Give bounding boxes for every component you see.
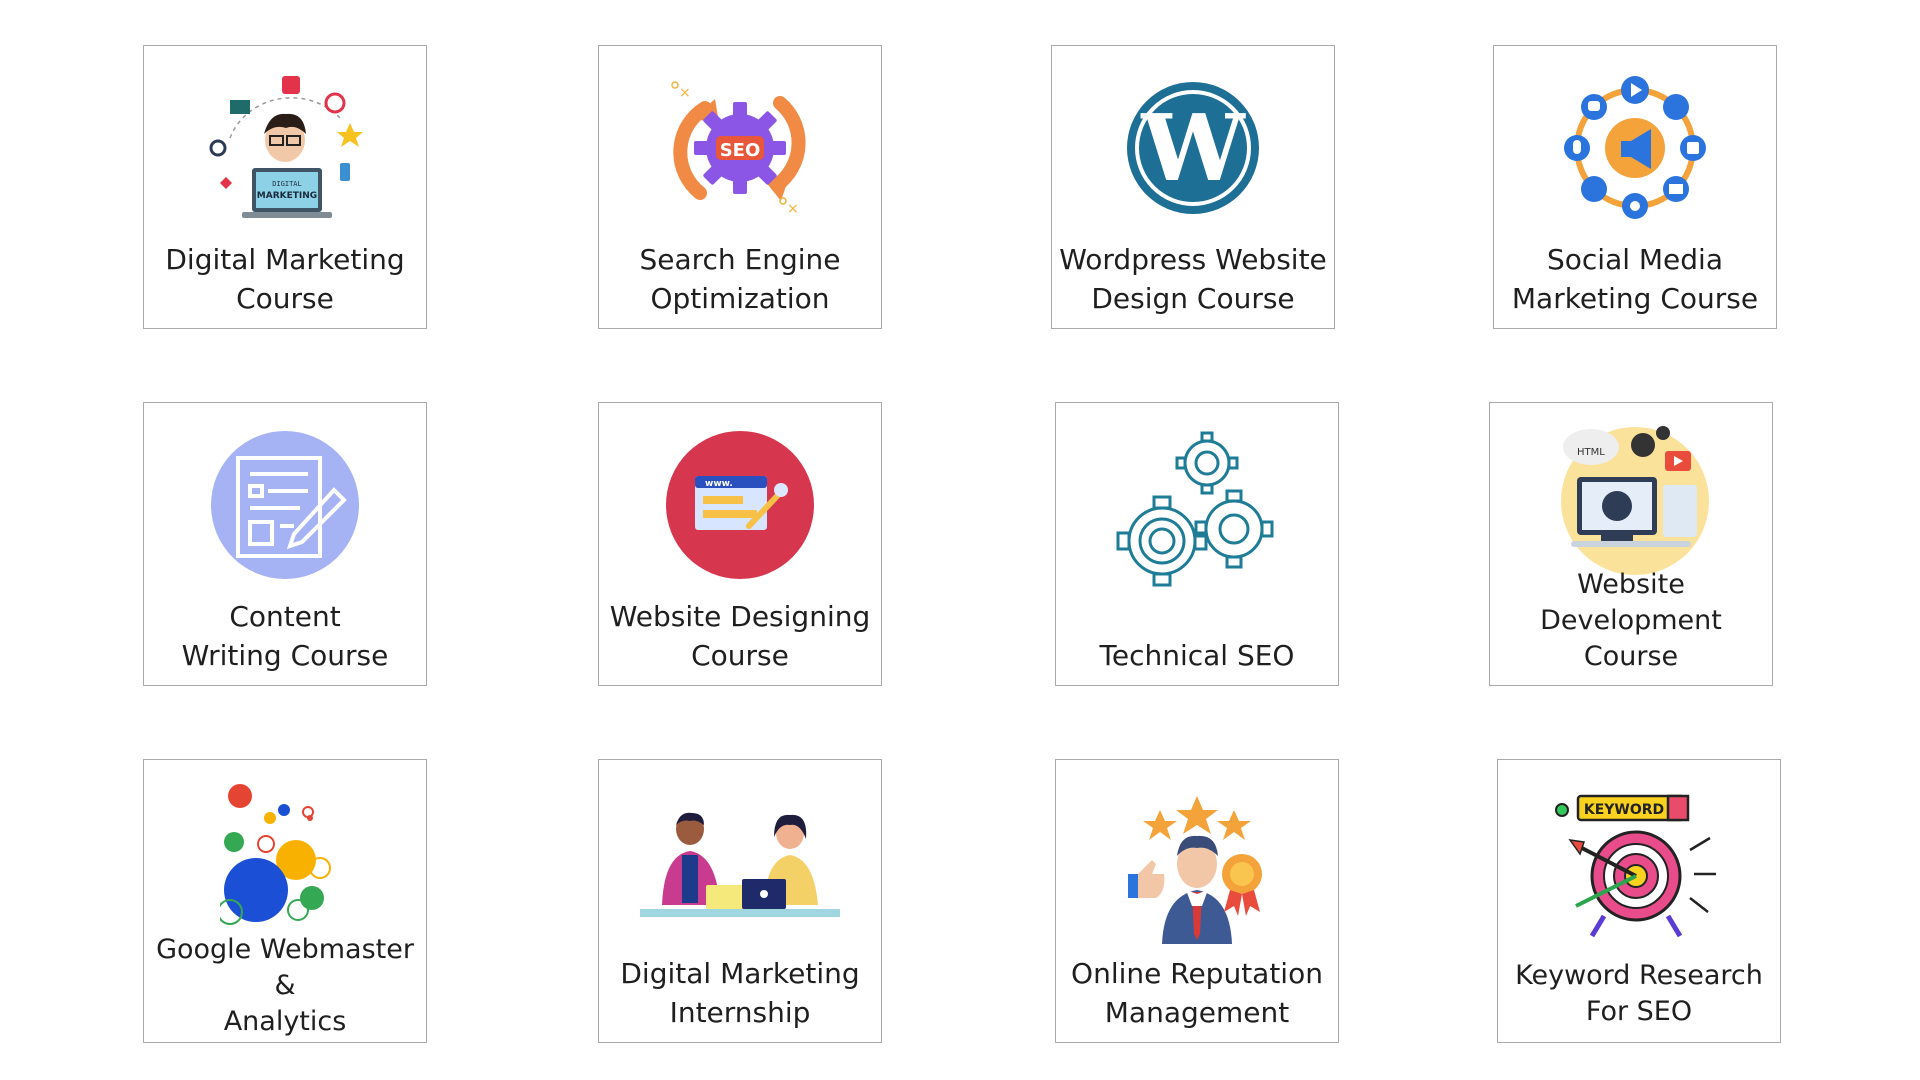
svg-text:×: × bbox=[679, 85, 691, 101]
gears-icon bbox=[1056, 431, 1338, 601]
course-title: Google Webmaster & Analytics bbox=[156, 934, 414, 1037]
course-card-content-writing[interactable]: Content Writing Course bbox=[143, 402, 427, 686]
content-writing-icon bbox=[144, 425, 426, 585]
course-title: Digital Marketing Course bbox=[165, 243, 405, 315]
course-card-digital-marketing-internship[interactable]: Digital Marketing Internship bbox=[598, 759, 882, 1043]
svg-text:SEO: SEO bbox=[720, 140, 761, 161]
course-card-website-designing[interactable]: www. Website Designing Course bbox=[598, 402, 882, 686]
keyword-target-icon: KEYWORD bbox=[1498, 790, 1780, 940]
course-card-technical-seo[interactable]: Technical SEO bbox=[1055, 402, 1339, 686]
svg-text:www.: www. bbox=[705, 479, 733, 489]
course-title: Keyword Research For SEO bbox=[1515, 960, 1763, 1027]
course-title: Wordpress Website Design Course bbox=[1059, 243, 1327, 315]
svg-text:×: × bbox=[787, 201, 799, 217]
course-card-wordpress-design[interactable]: W Wordpress Website Design Course bbox=[1051, 45, 1335, 329]
course-card-google-webmaster-analytics[interactable]: Google Webmaster & Analytics bbox=[143, 759, 427, 1043]
digital-marketing-icon: DIGITAL MARKETING bbox=[144, 68, 426, 228]
svg-text:W: W bbox=[1140, 94, 1246, 202]
course-title: Online Reputation Management bbox=[1071, 957, 1323, 1029]
course-title: Technical SEO bbox=[1099, 639, 1295, 672]
course-title: Website Development Course bbox=[1540, 569, 1722, 672]
internship-icon bbox=[599, 800, 881, 930]
seo-gear-icon: SEO × × bbox=[599, 68, 881, 228]
reputation-icon bbox=[1056, 794, 1338, 944]
svg-text:MARKETING: MARKETING bbox=[257, 191, 317, 201]
course-card-online-reputation-management[interactable]: Online Reputation Management bbox=[1055, 759, 1339, 1043]
course-title: Digital Marketing Internship bbox=[620, 957, 860, 1029]
course-card-keyword-research[interactable]: KEYWORD Keyword Research For SEO bbox=[1497, 759, 1781, 1043]
wordpress-icon: W bbox=[1052, 68, 1334, 228]
svg-text:DIGITAL: DIGITAL bbox=[272, 180, 302, 188]
web-development-icon: HTML bbox=[1490, 419, 1772, 579]
svg-text:HTML: HTML bbox=[1577, 447, 1605, 458]
course-title: Social Media Marketing Course bbox=[1511, 243, 1759, 315]
course-title: Website Designing Course bbox=[609, 600, 871, 672]
google-analytics-icon bbox=[144, 784, 426, 934]
course-title: Search Engine Optimization bbox=[639, 243, 841, 315]
course-card-search-engine-optimization[interactable]: SEO × × Search Engine Optimization bbox=[598, 45, 882, 329]
course-card-website-development[interactable]: HTML Website Development Course bbox=[1489, 402, 1773, 686]
course-card-social-media-marketing[interactable]: Social Media Marketing Course bbox=[1493, 45, 1777, 329]
social-media-icon bbox=[1494, 68, 1776, 228]
svg-text:KEYWORD: KEYWORD bbox=[1584, 802, 1664, 818]
course-title: Content Writing Course bbox=[181, 600, 389, 672]
course-card-digital-marketing[interactable]: DIGITAL MARKETING Digital Marketing Cours… bbox=[143, 45, 427, 329]
website-design-icon: www. bbox=[599, 425, 881, 585]
